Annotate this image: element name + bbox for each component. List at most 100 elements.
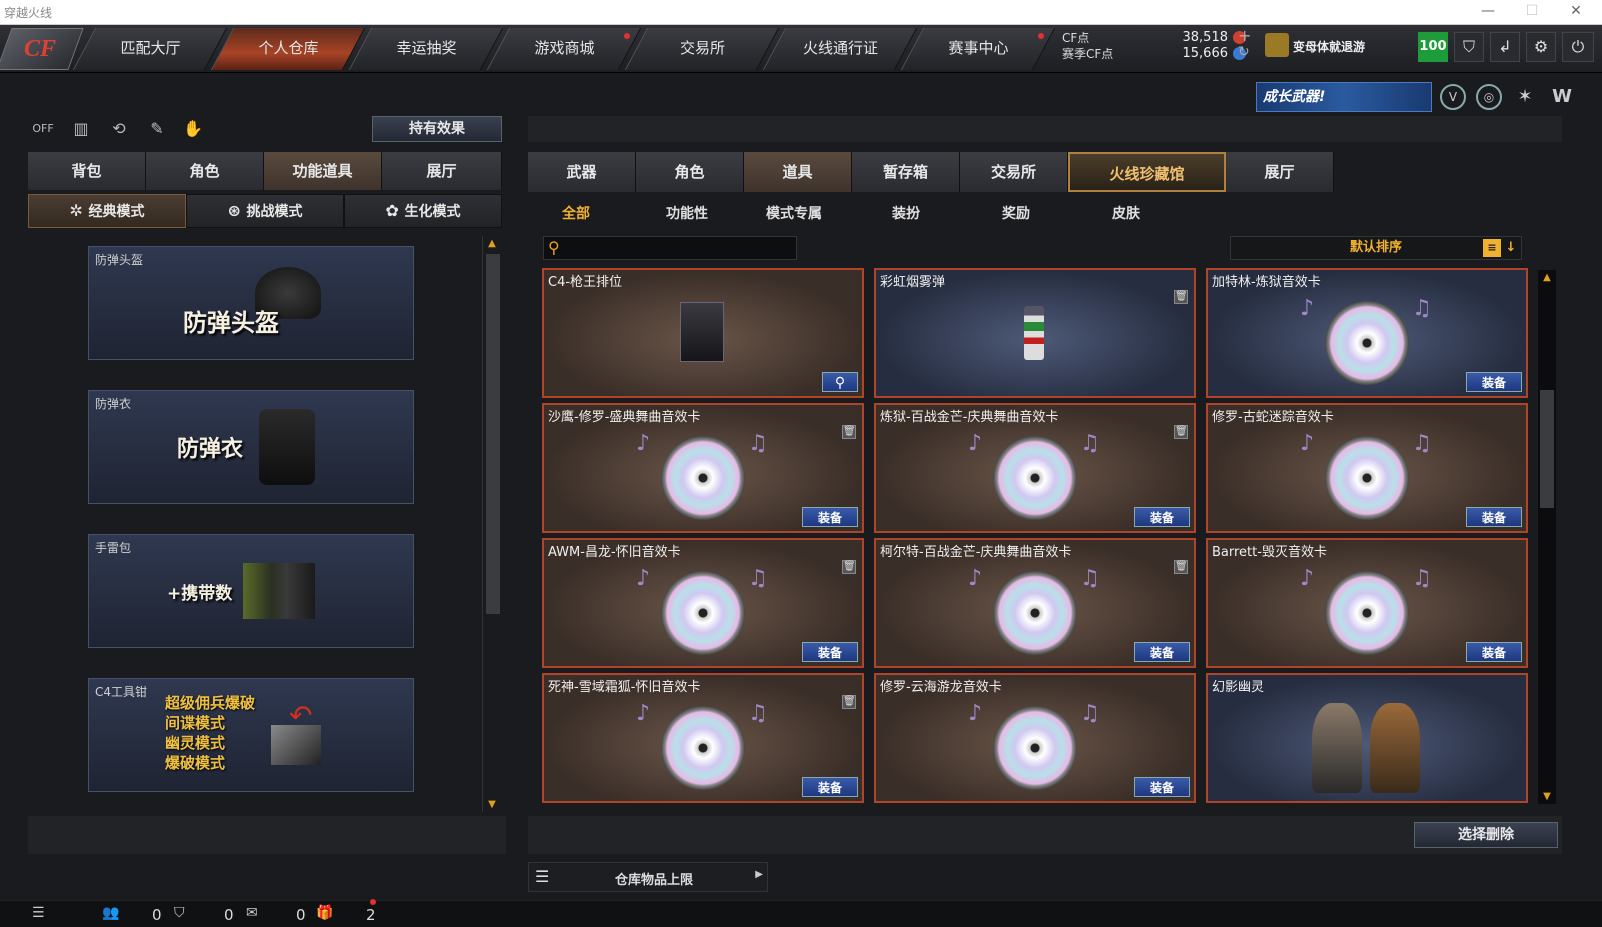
- equip-button[interactable]: 装备: [802, 642, 858, 662]
- trash-icon[interactable]: 🗑: [1174, 290, 1188, 304]
- scroll-thumb[interactable]: [486, 254, 500, 614]
- nav-tab-warehouse[interactable]: 个人仓库: [210, 28, 366, 70]
- subtab-mode-exclusive[interactable]: 模式专属: [766, 203, 822, 223]
- subtab-cosmetic[interactable]: 装扮: [892, 203, 920, 223]
- trash-icon[interactable]: 🗑: [842, 695, 856, 709]
- promo-banner[interactable]: 成长武器!: [1256, 82, 1432, 112]
- mode-classic[interactable]: ✲ 经典模式: [28, 194, 186, 228]
- item-card[interactable]: 死神-雪域霜狐-怀旧音效卡 ♪ ♫ 🗑 装备: [542, 673, 864, 803]
- item-card-vest[interactable]: 防弹衣 防弹衣: [88, 390, 414, 504]
- item-card[interactable]: 柯尔特-百战金芒-庆典舞曲音效卡 ♪ ♫ 🗑 装备: [874, 538, 1196, 668]
- magnifier-icon[interactable]: ⚲: [822, 372, 858, 392]
- subtab-rewards[interactable]: 奖励: [1002, 203, 1030, 223]
- equip-button[interactable]: 装备: [1134, 507, 1190, 527]
- nav-tab-pass[interactable]: 火线通行证: [762, 28, 918, 70]
- shield-icon[interactable]: ⛉: [1454, 32, 1484, 62]
- sort-dropdown[interactable]: 默认排序 ≡ ↓: [1230, 236, 1522, 260]
- equip-button[interactable]: 装备: [802, 777, 858, 797]
- subtab-skins[interactable]: 皮肤: [1112, 203, 1140, 223]
- nav-tab-match-lobby[interactable]: 匹配大厅: [72, 28, 228, 70]
- mode-challenge[interactable]: ⊛ 挑战模式: [186, 194, 344, 228]
- equip-button[interactable]: 装备: [802, 507, 858, 527]
- close-button[interactable]: ✕: [1554, 0, 1598, 25]
- item-card[interactable]: C4-枪王排位 ⚲: [542, 268, 864, 398]
- tools-icon[interactable]: ✎: [144, 116, 170, 142]
- equip-button[interactable]: 装备: [1134, 777, 1190, 797]
- maximize-button[interactable]: ☐: [1510, 0, 1554, 25]
- badge-v-icon[interactable]: V: [1440, 84, 1466, 110]
- refresh-icon[interactable]: ↻: [1238, 44, 1250, 60]
- item-card-grenade-pack[interactable]: 手雷包 +携带数: [88, 534, 414, 648]
- left-scrollbar[interactable]: ▲ ▼: [482, 236, 502, 812]
- search-input[interactable]: [568, 238, 794, 258]
- select-delete-button[interactable]: 选择删除: [1414, 822, 1558, 848]
- star-icon[interactable]: ✶: [1512, 84, 1538, 110]
- item-card[interactable]: AWM-昌龙-怀旧音效卡 ♪ ♫ 🗑 装备: [542, 538, 864, 668]
- item-card[interactable]: 加特林-炼狱音效卡 ♪ ♫ 装备: [1206, 268, 1528, 398]
- nav-tab-events[interactable]: 赛事中心: [900, 28, 1056, 70]
- capacity-bar[interactable]: ☰ 仓库物品上限 ▶: [528, 862, 768, 892]
- item-card-helmet[interactable]: 防弹头盔 防弹头盔: [88, 246, 414, 360]
- tab-backpack[interactable]: 背包: [28, 152, 146, 190]
- toggle-off-icon[interactable]: OFF: [30, 116, 56, 142]
- tab-collection[interactable]: 火线珍藏馆: [1068, 152, 1226, 192]
- menu-icon[interactable]: ☰: [32, 905, 45, 921]
- w-logo-icon[interactable]: W: [1548, 84, 1576, 110]
- nav-tab-exchange[interactable]: 交易所: [624, 28, 780, 70]
- scroll-up-icon[interactable]: ▲: [483, 238, 501, 249]
- trash-icon[interactable]: 🗑: [842, 560, 856, 574]
- gift-icon[interactable]: 🎁: [316, 905, 333, 921]
- tab-showroom[interactable]: 展厅: [382, 152, 502, 190]
- equip-button[interactable]: 装备: [1466, 642, 1522, 662]
- search-box[interactable]: ⚲: [543, 236, 797, 260]
- right-scrollbar[interactable]: ▲ ▼: [1538, 270, 1556, 804]
- globe-icon[interactable]: ◎: [1476, 84, 1502, 110]
- trash-icon[interactable]: 🗑: [1174, 560, 1188, 574]
- bar-chart-icon[interactable]: ▥: [68, 116, 94, 142]
- tab-character[interactable]: 角色: [146, 152, 264, 190]
- subtab-all[interactable]: 全部: [562, 203, 590, 223]
- tab-function-items[interactable]: 功能道具: [264, 152, 382, 190]
- hand-icon[interactable]: ✋: [180, 116, 206, 142]
- scroll-up-icon[interactable]: ▲: [1538, 272, 1556, 283]
- chat-icon[interactable]: ✉: [246, 905, 258, 921]
- power-icon[interactable]: ⏻: [1562, 32, 1594, 62]
- tab-storage[interactable]: 暂存箱: [852, 152, 960, 192]
- level-badge[interactable]: 100: [1418, 32, 1448, 62]
- clan-shield-icon[interactable]: ⛉: [174, 905, 185, 921]
- tab-hall[interactable]: 展厅: [1226, 152, 1334, 192]
- trash-icon[interactable]: 🗑: [1174, 425, 1188, 439]
- subtab-functional[interactable]: 功能性: [666, 203, 708, 223]
- scroll-thumb[interactable]: [1540, 390, 1554, 508]
- item-card-c4-tool[interactable]: C4工具钳 超级佣兵爆破 间谍模式 幽灵模式 爆破模式 ↶: [88, 678, 414, 792]
- item-card[interactable]: 幻影幽灵: [1206, 673, 1528, 803]
- item-card[interactable]: 修罗-古蛇迷踪音效卡 ♪ ♫ 装备: [1206, 403, 1528, 533]
- nav-tab-shop[interactable]: 游戏商城: [486, 28, 642, 70]
- minimize-button[interactable]: —: [1466, 0, 1510, 25]
- owned-effects-button[interactable]: 持有效果: [372, 116, 502, 142]
- mode-bio[interactable]: ✿ 生化模式: [344, 194, 502, 228]
- scroll-down-icon[interactable]: ▼: [1538, 791, 1556, 802]
- list-icon[interactable]: ≡: [1483, 239, 1501, 257]
- history-icon[interactable]: ⟲: [106, 116, 132, 142]
- gear-icon[interactable]: ⚙: [1526, 32, 1556, 62]
- equip-button[interactable]: 装备: [1466, 507, 1522, 527]
- tab-trade[interactable]: 交易所: [960, 152, 1068, 192]
- add-points-icon[interactable]: +: [1238, 26, 1251, 45]
- item-card[interactable]: 沙鹰-修罗-盛典舞曲音效卡 ♪ ♫ 🗑 装备: [542, 403, 864, 533]
- tab-items[interactable]: 道具: [744, 152, 852, 192]
- equip-button[interactable]: 装备: [1466, 372, 1522, 392]
- scroll-down-icon[interactable]: ▼: [483, 799, 501, 810]
- item-card[interactable]: 修罗-云海游龙音效卡 ♪ ♫ 装备: [874, 673, 1196, 803]
- item-card[interactable]: Barrett-毁灭音效卡 ♪ ♫ 装备: [1206, 538, 1528, 668]
- trash-icon[interactable]: 🗑: [842, 425, 856, 439]
- tab-roles[interactable]: 角色: [636, 152, 744, 192]
- item-card[interactable]: 炼狱-百战金芒-庆典舞曲音效卡 ♪ ♫ 🗑 装备: [874, 403, 1196, 533]
- equip-button[interactable]: 装备: [1134, 642, 1190, 662]
- cf-logo[interactable]: CF: [0, 28, 84, 70]
- item-card[interactable]: 彩虹烟雾弹 🗑: [874, 268, 1196, 398]
- expand-arrow-icon[interactable]: ▶: [755, 869, 763, 880]
- friends-icon[interactable]: 👥: [102, 905, 119, 921]
- sort-arrow-icon[interactable]: ↓: [1503, 239, 1519, 257]
- nav-tab-lottery[interactable]: 幸运抽奖: [348, 28, 504, 70]
